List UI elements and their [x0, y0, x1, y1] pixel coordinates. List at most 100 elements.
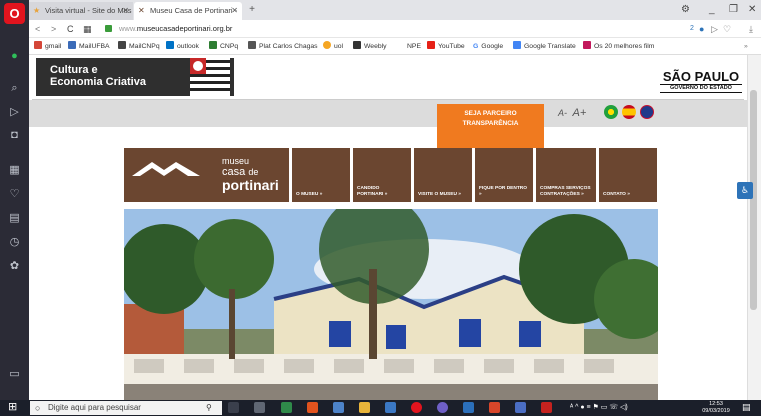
adblock-icon[interactable]: ● [699, 22, 704, 36]
forward-icon[interactable]: > [51, 22, 56, 36]
bookmark-cnpq[interactable]: CNPq [209, 41, 238, 52]
bookmark-os-20-melhores[interactable]: Os 20 melhores film [583, 41, 654, 52]
transparencia-link[interactable]: TRANSPARÊNCIA [437, 119, 544, 129]
explorer-icon[interactable] [333, 402, 344, 413]
star-icon: ★ [33, 6, 41, 15]
opera-menu-icon[interactable]: O [4, 3, 25, 24]
word-icon[interactable] [515, 402, 526, 413]
speed-dial-icon[interactable]: ▦ [6, 162, 23, 179]
opera-sidebar: O ● ⌕ ▷ ◘ ▦ ♡ ▤ ◷ ✿ ▭ [0, 0, 29, 400]
vlc-icon[interactable] [307, 402, 318, 413]
bookmark-youtube[interactable]: YouTube [427, 41, 465, 52]
microphone-icon[interactable]: ⚲ [206, 401, 212, 415]
outlook-icon [166, 41, 174, 49]
taskbar-clock[interactable]: 12:53 09/03/2019 [696, 401, 736, 415]
extensions-icon[interactable]: ✿ [6, 258, 23, 275]
close-tab-icon[interactable]: ✕ [231, 2, 238, 20]
scrollbar-thumb[interactable] [750, 90, 757, 310]
calculator-icon[interactable] [254, 402, 265, 413]
back-icon[interactable]: < [35, 22, 40, 36]
minimize-button[interactable]: _ [709, 2, 715, 18]
google-icon: G [473, 43, 479, 50]
museum-building-photo [124, 209, 658, 400]
menu-contato[interactable]: CONTATO » [599, 148, 657, 202]
new-tab-button[interactable]: + [245, 2, 259, 18]
menu-o-museu[interactable]: O MUSEU » [292, 148, 350, 202]
decrease-font-button[interactable]: A- [558, 108, 567, 118]
news-icon[interactable]: ▤ [6, 210, 23, 227]
bookmarks-heart-icon[interactable]: ♡ [6, 186, 23, 203]
close-window-button[interactable]: ✕ [748, 2, 756, 18]
bookmark-gmail[interactable]: gmail [34, 41, 61, 52]
uk-flag-icon[interactable] [640, 105, 654, 119]
windows-start-icon[interactable]: ⊞ [8, 402, 19, 413]
search-circle-icon: ○ [35, 403, 41, 413]
app-icon-purple[interactable] [437, 402, 448, 413]
bookmark-mailufba[interactable]: MailUFBA [68, 41, 110, 52]
spain-flag-icon[interactable] [622, 105, 636, 119]
partner-transparency-box: SEJA PARCEIRO TRANSPARÊNCIA [437, 104, 544, 148]
easy-setup-icon[interactable]: ⚙ [681, 2, 690, 18]
bookmark-npe[interactable]: NPE [407, 41, 421, 52]
mail-app-icon[interactable] [385, 402, 396, 413]
seja-parceiro-link[interactable]: SEJA PARCEIRO [437, 109, 544, 119]
bookmark-google-translate[interactable]: Google Translate [513, 41, 576, 52]
maximize-button[interactable]: ❐ [729, 2, 738, 18]
menu-candido-portinari[interactable]: CANDIDO PORTINARI » [353, 148, 411, 202]
opera-taskbar-icon[interactable] [411, 402, 422, 413]
museum-roof-logo-icon [132, 162, 200, 176]
bookmark-uol[interactable]: uol [323, 41, 343, 52]
increase-font-button[interactable]: A+ [573, 107, 587, 119]
menu-fique-por-dentro[interactable]: FIQUE POR DENTRO » [475, 148, 533, 202]
sao-paulo-government-logo[interactable]: SÃO PAULO GOVERNO DO ESTADO [660, 70, 742, 93]
accessibility-button[interactable]: ♿ [737, 182, 753, 199]
museu-casa-portinari-logo[interactable]: museu casa de portinari [124, 148, 289, 202]
bookmark-weebly[interactable]: Weebly [353, 41, 387, 52]
flow-icon[interactable]: ▷ [6, 104, 23, 121]
app-icon-blue[interactable] [463, 402, 474, 413]
menu-compras-servicos[interactable]: COMPRAS SERVIÇOS CONTRATAÇÕES » [536, 148, 596, 202]
powerpoint-icon[interactable] [489, 402, 500, 413]
bookmark-mailcnpq[interactable]: MailCNPq [118, 41, 160, 52]
whatsapp-icon[interactable]: ● [6, 48, 23, 65]
snapshot-icon[interactable]: ◘ [6, 127, 23, 144]
menu-visite-o-museu[interactable]: VISITE O MUSEU » [414, 148, 472, 202]
brazil-flag-icon[interactable] [604, 105, 618, 119]
reload-icon[interactable]: C [67, 22, 74, 36]
close-tab-icon[interactable]: ✕ [122, 2, 129, 20]
sidebar-toggle-icon[interactable]: ▭ [6, 366, 23, 383]
notification-icon[interactable]: ▤ [742, 402, 753, 413]
address-bar: < > C ▦ www.museucasadeportinari.org.br … [29, 20, 761, 38]
history-icon[interactable]: ◷ [6, 234, 23, 251]
folder-icon[interactable] [359, 402, 370, 413]
vpn-badge[interactable]: 2 [690, 22, 694, 36]
tab-label: Museu Casa de Portinari - [150, 6, 238, 15]
download-icon[interactable]: ⤓ [749, 22, 753, 36]
translate-icon [513, 41, 521, 49]
taskbar-search-input[interactable]: ○ Digite aqui para pesquisar ⚲ [30, 401, 222, 415]
bookmark-plat-carlos-chagas[interactable]: Plat Carlos Chagas [248, 41, 318, 52]
tab-label: Visita virtual - Site do Mus [45, 6, 132, 15]
search-icon[interactable]: ⌕ [6, 80, 23, 97]
app-icon[interactable] [281, 402, 292, 413]
task-view-icon[interactable] [228, 402, 239, 413]
more-bookmarks-icon[interactable]: » [744, 41, 748, 52]
speed-dial-icon[interactable]: ▦ [83, 22, 92, 36]
tab-visita-virtual[interactable]: ★ Visita virtual - Site do Mus ✕ [29, 2, 133, 20]
system-tray[interactable]: ᴬ ^ ● ≡ ⚑ ▭ ☏ ◁) [570, 402, 690, 413]
museum-favicon-icon: ✕ [138, 6, 145, 15]
bookmark-google[interactable]: G Google [473, 41, 503, 52]
tab-bar: ★ Visita virtual - Site do Mus ✕ ✕ Museu… [29, 0, 761, 20]
museum-photo-illustration [124, 209, 658, 400]
youtube-icon [427, 41, 435, 49]
url-field[interactable]: www.museucasadeportinari.org.br [119, 23, 232, 35]
uol-icon [323, 41, 331, 49]
cnpq-icon [209, 41, 217, 49]
flow-send-icon[interactable]: ▷ [711, 22, 718, 36]
bookmark-outlook[interactable]: outlook [166, 41, 199, 52]
bookmarks-bar: gmail MailUFBA MailCNPq outlook CNPq Pla… [29, 38, 761, 55]
tab-museu-casa-portinari[interactable]: ✕ Museu Casa de Portinari - ✕ [134, 2, 242, 20]
acrobat-icon[interactable] [541, 402, 552, 413]
weebly-icon [353, 41, 361, 49]
heart-bookmark-icon[interactable]: ♡ [723, 22, 731, 36]
